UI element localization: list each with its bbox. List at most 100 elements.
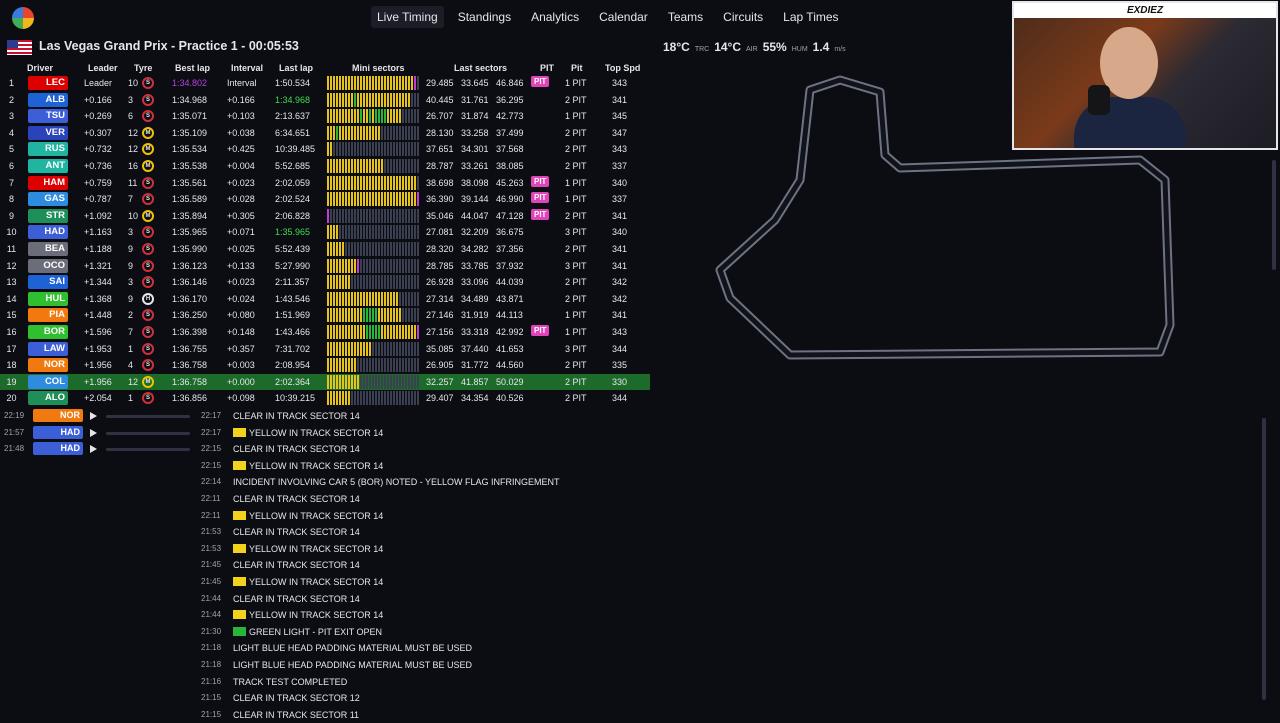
sector-3: 44.113 xyxy=(496,310,523,321)
nav-item-analytics[interactable]: Analytics xyxy=(525,6,585,28)
table-row[interactable]: 4 VER +0.307 12 M 1:35.109 +0.038 6:34.651 28.13… xyxy=(0,125,650,142)
col-tyre[interactable]: Tyre xyxy=(134,63,152,73)
driver-badge[interactable]: PIA xyxy=(28,308,68,323)
table-row[interactable]: 8 GAS +0.787 7 S 1:35.589 +0.028 2:02.524 36.390… xyxy=(0,191,650,208)
driver-badge[interactable]: HAD xyxy=(28,225,68,240)
pit-count: 2 PIT xyxy=(565,127,587,138)
driver-badge[interactable]: COL xyxy=(28,374,68,389)
col-top-speed[interactable]: Top Spd xyxy=(605,63,640,73)
tyre-compound-icon: M xyxy=(142,159,154,172)
table-row[interactable]: 20 ALO +2.054 1 S 1:36.856 +0.098 10:39.215 29.4… xyxy=(0,390,650,407)
table-row[interactable]: 6 ANT +0.736 16 M 1:35.538 +0.004 5:52.685 28.78… xyxy=(0,158,650,175)
driver-badge[interactable]: ALB xyxy=(28,92,68,107)
driver-badge[interactable]: ALO xyxy=(28,391,68,406)
race-control-messages: 22:17 CLEAR IN TRACK SECTOR 14 22:17 YELLOW… xyxy=(200,408,1260,723)
sector-2: 31.919 xyxy=(461,310,489,321)
table-row[interactable]: 12 OCO +1.321 9 S 1:36.123 +0.133 5:27.990 28.78… xyxy=(0,258,650,275)
table-row[interactable]: 13 SAI +1.344 3 S 1:36.146 +0.023 2:11.357 26.92… xyxy=(0,274,650,291)
flag-icon xyxy=(233,543,246,553)
top-speed: 337 xyxy=(612,194,628,205)
audio-progress[interactable] xyxy=(106,415,190,418)
driver-badge[interactable]: STR xyxy=(28,208,68,223)
nav-item-live-timing[interactable]: Live Timing xyxy=(371,6,444,28)
mini-sectors xyxy=(327,291,419,306)
table-row[interactable]: 3 TSU +0.269 6 S 1:35.071 +0.103 2:13.637 26.707… xyxy=(0,108,650,125)
message-text: YELLOW IN TRACK SECTOR 14 xyxy=(249,543,384,554)
sector-1: 27.156 xyxy=(426,326,454,337)
message-time: 21:18 xyxy=(201,643,222,653)
col-last-sectors[interactable]: Last sectors xyxy=(454,63,507,73)
message-time: 22:15 xyxy=(201,444,222,454)
driver-badge[interactable]: LEC xyxy=(28,76,68,90)
driver-badge[interactable]: HUL xyxy=(28,291,68,306)
top-speed: 330 xyxy=(612,376,628,387)
table-row[interactable]: 5 RUS +0.732 12 M 1:35.534 +0.425 10:39.485 37.6… xyxy=(0,141,650,158)
table-row[interactable]: 14 HUL +1.368 9 H 1:36.170 +0.024 1:43.546 27.31… xyxy=(0,291,650,308)
pit-count: 2 PIT xyxy=(565,94,587,105)
table-row[interactable]: 1 LEC Leader 10 S 1:34.802 Interval 1:50.534 29.… xyxy=(0,75,650,92)
play-icon[interactable] xyxy=(90,428,97,437)
table-row[interactable]: 2 ALB +0.166 3 S 1:34.968 +0.166 1:34.968 40.445… xyxy=(0,92,650,109)
pit-count: 3 PIT xyxy=(565,227,587,238)
col-pit-count[interactable]: Pit xyxy=(571,63,583,73)
nav-item-teams[interactable]: Teams xyxy=(662,6,709,28)
flag-icon xyxy=(233,626,246,636)
play-icon[interactable] xyxy=(90,445,97,454)
col-last-lap[interactable]: Last lap xyxy=(279,63,313,73)
driver-badge[interactable]: GAS xyxy=(28,192,68,207)
best-lap: 1:36.755 xyxy=(172,343,208,354)
table-row[interactable]: 7 HAM +0.759 11 S 1:35.561 +0.023 2:02.059 38.69… xyxy=(0,175,650,192)
top-speed: 344 xyxy=(612,393,628,404)
driver-badge[interactable]: NOR xyxy=(28,358,68,373)
table-row[interactable]: 9 STR +1.092 10 M 1:35.894 +0.305 2:06.828 35.04… xyxy=(0,208,650,225)
nav-item-circuits[interactable]: Circuits xyxy=(717,6,769,28)
best-lap: 1:36.250 xyxy=(172,310,208,321)
audio-progress[interactable] xyxy=(106,448,190,452)
last-lap: 6:34.651 xyxy=(275,127,311,138)
table-row[interactable]: 15 PIA +1.448 2 S 1:36.250 +0.080 1:51.969 27.14… xyxy=(0,307,650,324)
radio-time: 21:57 xyxy=(4,427,25,437)
messages-scrollbar[interactable] xyxy=(1262,418,1266,700)
sector-2: 31.772 xyxy=(461,360,489,371)
col-best-lap[interactable]: Best lap xyxy=(175,63,210,73)
nav-item-calendar[interactable]: Calendar xyxy=(593,6,654,28)
driver-badge[interactable]: TSU xyxy=(28,109,68,124)
driver-badge[interactable]: OCO xyxy=(28,258,68,273)
col-driver[interactable]: Driver xyxy=(27,63,53,73)
radio-item: 22:19 NOR xyxy=(0,408,200,425)
nav-item-standings[interactable]: Standings xyxy=(452,6,517,28)
col-leader[interactable]: Leader xyxy=(88,63,118,73)
best-lap: 1:36.146 xyxy=(172,277,208,288)
table-row[interactable]: 10 HAD +1.163 3 S 1:35.965 +0.071 1:35.965 27.08… xyxy=(0,224,650,241)
driver-badge[interactable]: BOR xyxy=(28,324,68,339)
driver-badge[interactable]: ANT xyxy=(28,158,68,173)
table-row[interactable]: 16 BOR +1.596 7 S 1:36.398 +0.148 1:43.466 27.15… xyxy=(0,324,650,341)
col-pit[interactable]: PIT xyxy=(540,63,554,73)
webcam-overlay: EXDIEZ xyxy=(1012,1,1278,150)
map-scrollbar[interactable] xyxy=(1272,160,1276,270)
pit-badge: PIT xyxy=(531,324,550,336)
driver-badge[interactable]: LAW xyxy=(28,341,68,356)
table-row[interactable]: 11 BEA +1.188 9 S 1:35.990 +0.025 5:52.439 28.32… xyxy=(0,241,650,258)
sector-3: 42.773 xyxy=(496,111,524,122)
driver-badge[interactable]: VER xyxy=(28,125,68,140)
col-mini-sectors[interactable]: Mini sectors xyxy=(352,63,405,73)
nav-item-lap-times[interactable]: Lap Times xyxy=(777,6,844,28)
interval: +0.425 xyxy=(227,144,255,155)
message-row: 22:17 YELLOW IN TRACK SECTOR 14 xyxy=(200,425,1260,442)
col-interval[interactable]: Interval xyxy=(231,63,263,73)
sector-2: 33.258 xyxy=(461,127,489,138)
audio-progress[interactable] xyxy=(106,431,190,435)
table-row[interactable]: 18 NOR +1.956 4 S 1:36.758 +0.003 2:08.954 26.90… xyxy=(0,357,650,374)
app-logo-icon[interactable] xyxy=(12,7,34,29)
last-lap: 1:50.534 xyxy=(275,78,311,88)
driver-badge[interactable]: HAM xyxy=(28,175,68,190)
table-row[interactable]: 17 LAW +1.953 1 S 1:36.755 +0.357 7:31.702 35.08… xyxy=(0,341,650,358)
driver-badge[interactable]: SAI xyxy=(28,275,68,290)
table-row[interactable]: 19 COL +1.956 12 M 1:36.758 +0.000 2:02.364 32.2… xyxy=(0,373,650,391)
sector-1: 32.257 xyxy=(426,376,454,387)
play-icon[interactable] xyxy=(90,412,97,420)
tyre-compound-icon: M xyxy=(142,209,154,222)
driver-badge[interactable]: BEA xyxy=(28,241,68,256)
driver-badge[interactable]: RUS xyxy=(28,142,68,157)
